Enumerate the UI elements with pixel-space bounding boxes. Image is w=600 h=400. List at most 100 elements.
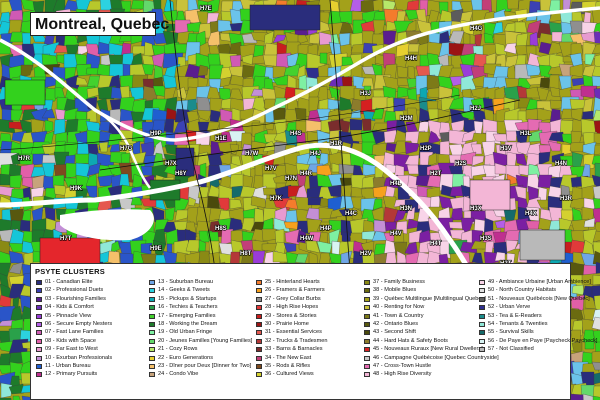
fsa-label: H4N: [555, 161, 567, 167]
fsa-label: H2S: [455, 161, 467, 167]
legend-label: 43 - Second Shift: [373, 329, 416, 336]
legend-swatch: [149, 288, 155, 294]
legend-label: 41 - Town & Country: [373, 312, 424, 319]
legend-label: 19 - Old Urban Fringe: [158, 329, 213, 336]
legend-label: 42 - Ontario Blues: [373, 320, 419, 327]
legend-swatch: [364, 313, 370, 319]
cluster-block[interactable]: [593, 144, 600, 156]
legend-swatch: [256, 363, 262, 369]
fsa-label: H9K: [70, 186, 83, 192]
legend-label: 10 - Exurban Professionals: [45, 354, 113, 361]
legend-swatch: [364, 280, 370, 285]
legend-swatch: [479, 338, 485, 344]
legend-item: 48 - High Rise Diversity: [364, 372, 499, 380]
legend-swatch: [149, 330, 155, 336]
cluster-block[interactable]: [519, 229, 566, 261]
cluster-block[interactable]: [506, 0, 519, 10]
legend-label: 05 - Pinnacle View: [45, 312, 92, 319]
legend-swatch: [256, 305, 262, 311]
legend-label: 27 - Grey Collar Burbs: [265, 295, 321, 302]
fsa-label: H3R: [560, 196, 573, 202]
legend-swatch: [256, 296, 262, 302]
cluster-block[interactable]: [217, 19, 233, 33]
legend-swatch: [364, 296, 370, 302]
fsa-label: H3X: [470, 206, 482, 212]
fsa-label: H4G: [470, 26, 483, 32]
legend-item: 24 - Condo Vibe: [149, 372, 252, 380]
cluster-block[interactable]: [362, 163, 377, 177]
legend-swatch: [149, 338, 155, 344]
cluster-block[interactable]: [593, 31, 600, 44]
legend-label: 45 - Nouveaux Ruraux [New Rural Dwellers…: [373, 346, 483, 353]
legend-label: 22 - Euro Generations: [158, 354, 214, 361]
legend-swatch: [149, 347, 155, 353]
legend-label: 39 - Québec Multilingue [Multilingual Qu…: [373, 295, 486, 302]
legend-label: 09 - Far East to West: [45, 346, 98, 353]
cluster-block[interactable]: [569, 141, 585, 153]
legend-swatch: [364, 355, 370, 361]
cluster-block[interactable]: [514, 21, 528, 34]
cluster-block[interactable]: [249, 4, 321, 31]
fsa-label: H1V: [500, 146, 512, 152]
legend-label: 04 - Kids & Comfort: [45, 304, 94, 311]
cluster-block[interactable]: [130, 0, 145, 10]
cluster-block[interactable]: [74, 53, 89, 66]
cluster-block[interactable]: [207, 152, 223, 167]
legend-label: 29 - Stores & Stories: [265, 312, 317, 319]
cluster-block[interactable]: [396, 65, 409, 79]
legend-swatch: [149, 296, 155, 302]
fsa-label: H7W: [245, 151, 259, 157]
legend-item: 57 - Not Classified: [479, 347, 597, 355]
fsa-label: H8T: [240, 251, 252, 257]
cluster-block[interactable]: [373, 219, 387, 233]
legend-swatch: [479, 313, 485, 319]
legend-label: 44 - Hard Hats & Safety Boots: [373, 337, 448, 344]
legend-column: 49 - Ambiance Urbaine [Urban Ambience] 50…: [479, 279, 597, 356]
legend-swatch: [36, 355, 42, 361]
legend-label: 37 - Family Business: [373, 279, 425, 285]
cluster-block[interactable]: [581, 110, 594, 120]
fsa-label: H4R: [300, 171, 313, 177]
fsa-label: H1E: [215, 136, 227, 142]
cluster-block[interactable]: [350, 43, 366, 54]
legend-title: PSYTE CLUSTERS: [35, 267, 105, 276]
fsa-label: H7N: [285, 176, 297, 182]
legend-swatch: [36, 372, 42, 378]
legend-swatch: [149, 363, 155, 369]
legend-label: 07 - Fast Lane Families: [45, 329, 104, 336]
cluster-block[interactable]: [593, 372, 600, 385]
fsa-label: H4X: [525, 211, 537, 217]
legend-swatch: [364, 321, 370, 327]
cluster-block[interactable]: [505, 130, 518, 142]
legend-swatch: [364, 330, 370, 336]
legend-label: 54 - Tenants & Twenties: [488, 320, 548, 327]
cluster-block[interactable]: [319, 52, 328, 65]
legend-swatch: [479, 305, 485, 311]
cluster-block[interactable]: [305, 119, 323, 133]
legend-label: 21 - Cozy Rows: [158, 346, 198, 353]
cluster-block[interactable]: [591, 75, 600, 88]
legend-swatch: [256, 280, 262, 285]
cluster-block[interactable]: [407, 43, 421, 53]
legend-label: 48 - High Rise Diversity: [373, 371, 432, 378]
legend-swatch: [364, 288, 370, 294]
cluster-block[interactable]: [0, 173, 12, 186]
cluster-block[interactable]: [580, 371, 595, 386]
legend-label: 52 - Urban Verve: [488, 304, 531, 311]
fsa-label: H1R: [330, 141, 343, 147]
legend-label: 32 - Trucks & Tradesmen: [265, 337, 328, 344]
legend-label: 28 - High Rise Hopes: [265, 304, 319, 311]
fsa-label: H4H: [405, 56, 417, 62]
cluster-block[interactable]: [9, 174, 23, 189]
legend-label: 49 - Ambiance Urbaine [Urban Ambience]: [488, 279, 591, 285]
cluster-block[interactable]: [503, 209, 517, 222]
legend-swatch: [149, 313, 155, 319]
legend-label: 30 - Prairie Home: [265, 320, 309, 327]
legend-swatch: [479, 321, 485, 327]
legend-swatch: [149, 355, 155, 361]
cluster-block[interactable]: [4, 79, 46, 106]
fsa-label: H7X: [165, 161, 177, 167]
cluster-block[interactable]: [361, 175, 376, 189]
fsa-label: H3J: [360, 91, 371, 97]
fsa-label: H4W: [300, 236, 314, 242]
